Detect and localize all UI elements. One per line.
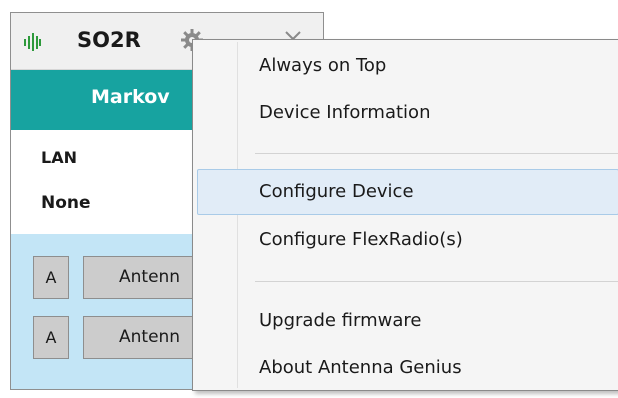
menu-item-always-on-top[interactable]: Always on Top — [197, 43, 618, 89]
menu-separator — [255, 281, 618, 282]
context-menu: Always on Top Device Information Configu… — [192, 39, 618, 391]
menu-separator — [255, 153, 618, 154]
menu-item-device-information[interactable]: Device Information — [197, 90, 618, 136]
antenna-port-button[interactable]: A — [33, 256, 69, 299]
menu-item-about-antenna-genius[interactable]: About Antenna Genius — [197, 345, 618, 391]
connection-type-label: LAN — [41, 148, 77, 167]
screen: SO2R Markov LAN None A Antenn A Antenn A… — [0, 0, 618, 398]
menu-item-configure-flexradio[interactable]: Configure FlexRadio(s) — [197, 217, 618, 263]
antenna-genius-logo-icon — [23, 33, 41, 51]
status-label: None — [41, 193, 91, 213]
app-title: SO2R — [77, 28, 141, 52]
antenna-port-button[interactable]: A — [33, 316, 69, 359]
menu-item-configure-device[interactable]: Configure Device — [197, 169, 618, 215]
menu-item-upgrade-firmware[interactable]: Upgrade firmware — [197, 298, 618, 344]
station-name: Markov — [91, 86, 170, 108]
